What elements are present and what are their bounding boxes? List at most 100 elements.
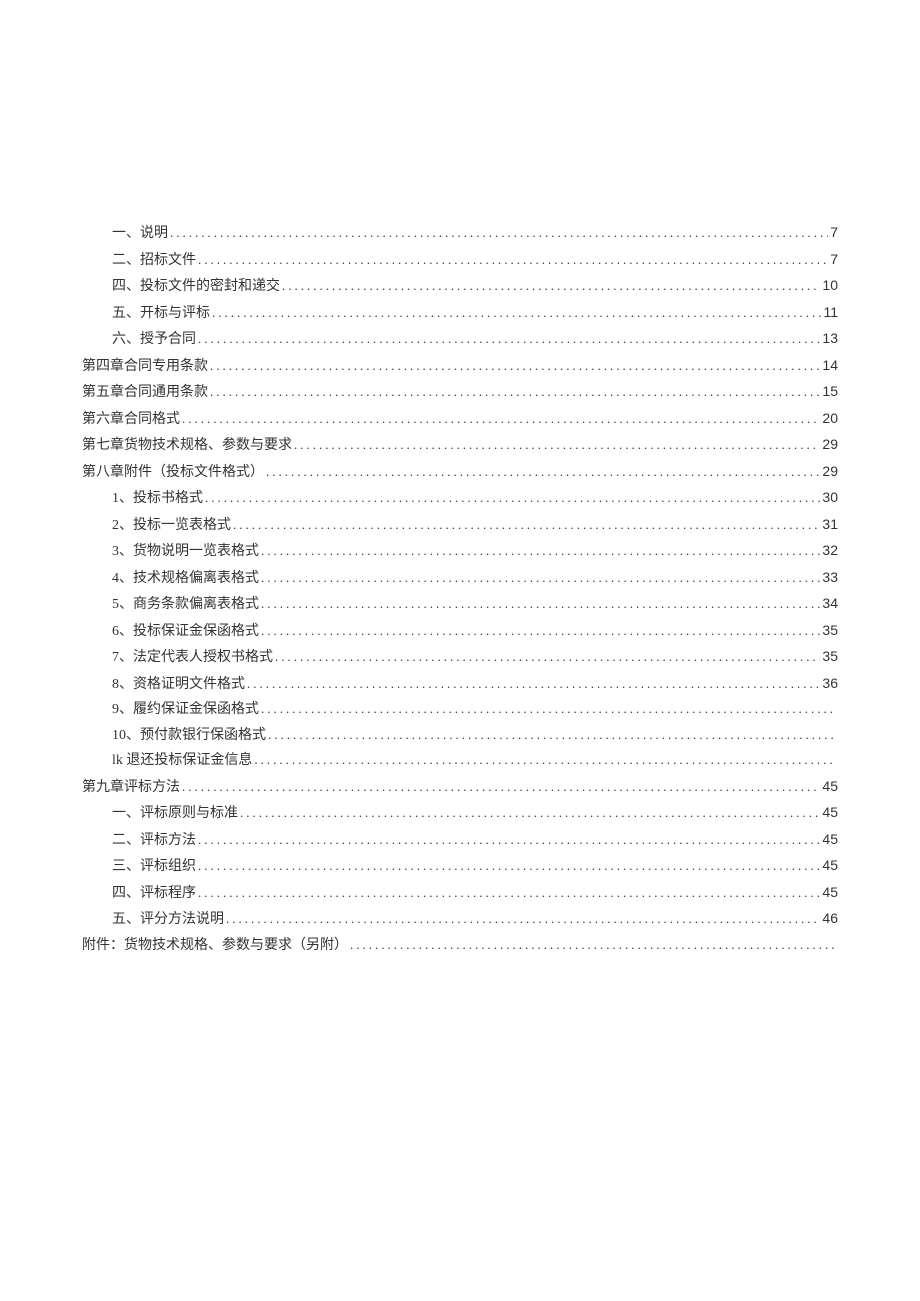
toc-dots xyxy=(261,539,820,564)
toc-entry: 六、授予合同 13 xyxy=(82,326,838,353)
toc-entry: 一、评标原则与标准45 xyxy=(82,800,838,827)
toc-entry-label: 4、技术规格偏离表格式 xyxy=(112,567,259,592)
toc-entry-page: 14 xyxy=(822,353,838,378)
toc-entry-page: 34 xyxy=(822,591,838,616)
toc-entry: 2、投标一览表格式 31 xyxy=(82,512,838,539)
toc-dots xyxy=(198,828,820,853)
toc-dots xyxy=(198,327,820,352)
toc-dots xyxy=(268,723,836,748)
toc-dots xyxy=(198,248,828,273)
toc-entry: 4、技术规格偏离表格式 33 xyxy=(82,565,838,592)
toc-entry: 第五章合同通用条款 15 xyxy=(82,379,838,406)
toc-entry-label: lk 退还投标保证金信息 xyxy=(112,749,252,774)
toc-dots xyxy=(247,672,820,697)
toc-dots xyxy=(350,933,836,958)
toc-entry-label: 第八章附件（投标文件格式） xyxy=(82,461,264,486)
toc-dots xyxy=(198,854,820,879)
toc-dots xyxy=(205,486,820,511)
toc-entry: 7、法定代表人授权书格式 35 xyxy=(82,644,838,671)
toc-entry-label: 第六章合同格式 xyxy=(82,408,180,433)
toc-dots xyxy=(210,354,820,379)
toc-dots xyxy=(170,221,828,246)
toc-entry-label: 8、资格证明文件格式 xyxy=(112,673,245,698)
toc-entry-label: 二、招标文件 xyxy=(112,249,196,274)
toc-entry-page: 46 xyxy=(822,906,838,931)
toc-entry-page: 32 xyxy=(822,538,838,563)
toc-dots xyxy=(226,907,820,932)
toc-entry: 第六章合同格式 20 xyxy=(82,406,838,433)
toc-entry-label: 附件：货物技术规格、参数与要求（另附） xyxy=(82,934,348,959)
toc-entry-label: 六、授予合同 xyxy=(112,328,196,353)
toc-entry-label: 3、货物说明一览表格式 xyxy=(112,540,259,565)
toc-entry-page: 29 xyxy=(822,459,838,484)
toc-dots xyxy=(233,513,820,538)
toc-entry: 三、评标组织 45 xyxy=(82,853,838,880)
toc-entry: 二、评标方法 45 xyxy=(82,827,838,854)
toc-dots xyxy=(182,775,820,800)
toc-entry-page: 29 xyxy=(822,432,838,457)
toc-entry: 10、预付款银行保函格式 xyxy=(82,723,838,749)
toc-entry-page: 45 xyxy=(822,774,838,799)
toc-entry: 附件：货物技术规格、参数与要求（另附） xyxy=(82,933,838,959)
toc-entry: 9、履约保证金保函格式 xyxy=(82,697,838,723)
toc-entry-label: 2、投标一览表格式 xyxy=(112,514,231,539)
toc-entry-label: 一、评标原则与标准 xyxy=(112,802,238,827)
toc-entry-label: 7、法定代表人授权书格式 xyxy=(112,646,273,671)
toc-entry: 8、资格证明文件格式 36 xyxy=(82,671,838,698)
toc-dots xyxy=(261,619,820,644)
toc-entry-label: 五、评分方法说明 xyxy=(112,908,224,933)
toc-entry-page: 10 xyxy=(822,273,838,298)
toc-entry-page: 45 xyxy=(822,853,838,878)
toc-entry-page: 15 xyxy=(822,379,838,404)
toc-entry: 五、开标与评标 11 xyxy=(82,300,838,327)
table-of-contents: 一、说明7二、招标文件7四、投标文件的密封和递交10五、开标与评标11六、授予合… xyxy=(82,220,838,958)
toc-entry: 3、货物说明一览表格式 32 xyxy=(82,538,838,565)
toc-dots xyxy=(240,801,820,826)
toc-entry-page: 7 xyxy=(830,247,838,272)
toc-entry-page: 31 xyxy=(822,512,838,537)
toc-entry-page: 35 xyxy=(822,644,838,669)
toc-entry-label: 四、评标程序 xyxy=(112,882,196,907)
toc-entry: 五、评分方法说明 46 xyxy=(82,906,838,933)
toc-dots xyxy=(212,301,821,326)
toc-entry-page: 20 xyxy=(822,406,838,431)
toc-entry-page: 36 xyxy=(822,671,838,696)
toc-entry: 5、商务条款偏离表格式 34 xyxy=(82,591,838,618)
toc-entry: 四、投标文件的密封和递交 10 xyxy=(82,273,838,300)
toc-entry-page: 13 xyxy=(822,326,838,351)
toc-entry-label: 第五章合同通用条款 xyxy=(82,381,208,406)
toc-entry-page: 35 xyxy=(822,618,838,643)
toc-entry-label: 第四章合同专用条款 xyxy=(82,355,208,380)
toc-entry-label: 第九章评标方法 xyxy=(82,776,180,801)
toc-entry-label: 一、说明 xyxy=(112,222,168,247)
toc-dots xyxy=(182,407,820,432)
toc-dots xyxy=(282,274,820,299)
toc-entry-label: 四、投标文件的密封和递交 xyxy=(112,275,280,300)
toc-entry: 第七章货物技术规格、参数与要求 29 xyxy=(82,432,838,459)
toc-entry-page: 45 xyxy=(822,827,838,852)
toc-entry-label: 10、预付款银行保函格式 xyxy=(112,724,266,749)
toc-dots xyxy=(210,380,820,405)
toc-dots xyxy=(261,697,836,722)
toc-entry: 第八章附件（投标文件格式） 29 xyxy=(82,459,838,486)
toc-entry-label: 三、评标组织 xyxy=(112,855,196,880)
toc-entry: 第九章评标方法 45 xyxy=(82,774,838,801)
toc-entry: 6、投标保证金保函格式 35 xyxy=(82,618,838,645)
toc-dots xyxy=(261,566,820,591)
toc-entry-label: 第七章货物技术规格、参数与要求 xyxy=(82,434,292,459)
toc-entry-page: 11 xyxy=(823,300,838,325)
toc-entry: 二、招标文件 7 xyxy=(82,247,838,274)
toc-entry-page: 33 xyxy=(822,565,838,590)
toc-entry-label: 二、评标方法 xyxy=(112,829,196,854)
toc-entry: 一、说明7 xyxy=(82,220,838,247)
toc-dots xyxy=(198,881,820,906)
toc-entry-label: 5、商务条款偏离表格式 xyxy=(112,593,259,618)
toc-dots xyxy=(294,433,820,458)
toc-entry-label: 6、投标保证金保函格式 xyxy=(112,620,259,645)
toc-entry: lk 退还投标保证金信息 xyxy=(82,748,838,774)
toc-dots xyxy=(275,645,820,670)
toc-dots xyxy=(261,592,820,617)
toc-dots xyxy=(254,748,836,773)
toc-entry-label: 1、投标书格式 xyxy=(112,487,203,512)
toc-entry-label: 五、开标与评标 xyxy=(112,302,210,327)
